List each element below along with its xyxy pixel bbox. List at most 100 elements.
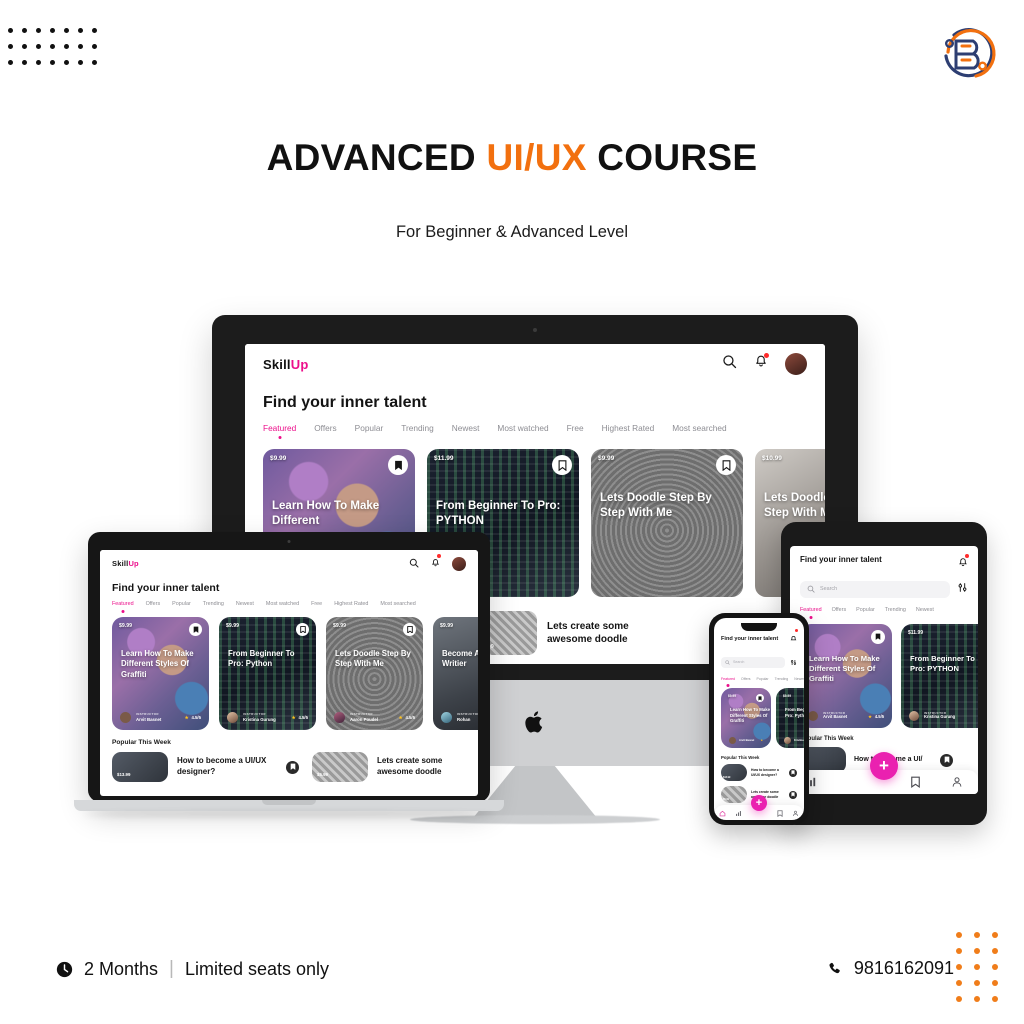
bookmark-icon[interactable]	[940, 753, 953, 767]
bookmark-icon[interactable]	[296, 623, 309, 636]
hero-text-block: ADVANCED UI/UX COURSE For Beginner & Adv…	[0, 137, 1024, 242]
popular-thumbnail: $5.99	[721, 786, 747, 803]
device-macbook: SkillUp Find your inner talent Featured	[74, 532, 504, 832]
instructor-name: Aaron Poudel	[350, 716, 378, 722]
bookmark-icon[interactable]	[756, 694, 764, 702]
chart-icon[interactable]	[735, 804, 742, 821]
search-icon[interactable]	[409, 555, 419, 573]
tab-trending[interactable]: Trending	[885, 607, 906, 613]
bookmark-icon[interactable]	[403, 623, 416, 636]
tab-most-searched[interactable]: Most searched	[672, 423, 726, 433]
instructor-avatar	[784, 737, 791, 744]
instructor-name: Kristina Gurung	[794, 738, 804, 742]
bookmark-icon[interactable]	[789, 790, 797, 799]
person-icon[interactable]	[792, 804, 799, 821]
tab-trending[interactable]: Trending	[775, 677, 789, 681]
popular-title: Lets create some awesome doodle	[547, 620, 629, 646]
bookmark-icon[interactable]	[716, 455, 736, 475]
instructor-label: INSTRUCTOR	[350, 713, 373, 717]
bookmark-icon[interactable]	[552, 455, 572, 475]
card-title: Learn How To Make Different Styles Of Gr…	[730, 707, 771, 724]
tab-newest[interactable]: Newest	[794, 677, 804, 681]
clock-icon	[56, 961, 73, 978]
filter-icon[interactable]	[957, 580, 968, 598]
tab-free[interactable]: Free	[567, 423, 584, 433]
notification-bell-icon[interactable]	[431, 553, 441, 573]
tab-featured[interactable]: Featured	[112, 601, 134, 607]
person-icon[interactable]	[951, 776, 963, 788]
device-ipad: Find your inner talent Search Featured O…	[781, 522, 987, 825]
popular-thumbnail[interactable]: $5.99	[312, 752, 368, 782]
instructor-label: INSTRUCTOR	[823, 711, 846, 715]
bookmark-icon[interactable]	[388, 455, 408, 475]
tab-newest[interactable]: Newest	[916, 607, 934, 613]
tab-popular[interactable]: Popular	[756, 677, 768, 681]
tab-offers[interactable]: Offers	[832, 607, 847, 613]
tab-trending[interactable]: Trending	[401, 423, 433, 433]
instructor-label: INSTRUCTOR	[457, 713, 478, 717]
bookmark-icon[interactable]	[871, 630, 885, 644]
bookmark-icon[interactable]	[777, 804, 783, 821]
course-card[interactable]: $9.99 Learn How To Make Different Styles…	[721, 688, 771, 748]
bookmark-icon[interactable]	[910, 776, 921, 788]
tab-most-watched[interactable]: Most watched	[266, 601, 299, 607]
tab-most-searched[interactable]: Most searched	[380, 601, 415, 607]
tab-trending[interactable]: Trending	[203, 601, 224, 607]
tab-highest-rated[interactable]: Highest Rated	[602, 423, 655, 433]
popular-thumbnail[interactable]: $13.99	[112, 752, 168, 782]
notification-bell-icon[interactable]	[790, 629, 798, 648]
imac-camera-icon	[533, 328, 537, 332]
avatar[interactable]	[785, 353, 807, 375]
course-card[interactable]: Learn How To Make Different Styles Of Gr…	[800, 624, 892, 728]
bookmark-icon[interactable]	[286, 760, 299, 774]
hero-heading: Find your inner talent	[112, 582, 220, 594]
list-item[interactable]: $13.99 How to become a UI/UX designer?	[721, 764, 797, 781]
add-fab-button[interactable]: +	[870, 752, 898, 780]
home-icon[interactable]	[719, 804, 726, 821]
tab-offers[interactable]: Offers	[741, 677, 750, 681]
instructor-name: Rohan	[457, 716, 471, 722]
bookmark-icon[interactable]	[189, 623, 202, 636]
card-price: $9.99	[440, 623, 453, 629]
course-card[interactable]: $9.99 Become A Great Writier INSTRUCTOR …	[433, 617, 478, 730]
tab-popular[interactable]: Popular	[172, 601, 191, 607]
laptop-featured-card-row: $9.99 Learn How To Make Different Styles…	[100, 607, 478, 730]
bookmark-icon[interactable]	[789, 768, 797, 777]
notification-badge	[965, 554, 969, 558]
course-card[interactable]: $9.99 Lets Doodle Step By Step With Me I…	[591, 449, 743, 597]
course-card[interactable]: $9.99 Learn How To Make Different Styles…	[112, 617, 209, 730]
tab-offers[interactable]: Offers	[314, 423, 336, 433]
instructor-label: INSTRUCTOR	[136, 713, 159, 717]
course-card[interactable]: $9.99 Lets Doodle Step By Step With Me I…	[326, 617, 423, 730]
search-input[interactable]: Search	[800, 580, 950, 598]
course-card[interactable]: $9.99 From Beginner To Pro: Python INSTR…	[219, 617, 316, 730]
app-logo-first: Skill	[263, 356, 291, 372]
course-card[interactable]: $9.99 From Beginner To Pro: Python Krist…	[776, 688, 804, 748]
popular-price: $13.99	[117, 772, 131, 777]
notification-bell-icon[interactable]	[754, 353, 769, 374]
avatar[interactable]	[452, 556, 466, 571]
tab-most-watched[interactable]: Most watched	[497, 423, 548, 433]
tab-offers[interactable]: Offers	[146, 601, 161, 607]
filter-icon[interactable]	[790, 653, 797, 671]
search-icon[interactable]	[722, 354, 737, 374]
course-card[interactable]: $11.99 From Beginner To Pro: PYTHON INST…	[901, 624, 978, 728]
contact-phone: 9816162091	[853, 958, 954, 978]
brand-logo-icon	[932, 22, 1002, 84]
tab-newest[interactable]: Newest	[236, 601, 254, 607]
tab-popular[interactable]: Popular	[355, 423, 384, 433]
popular-title: Lets create some awesome doodle	[377, 756, 443, 776]
tab-highest-rated[interactable]: Highest Rated	[334, 601, 368, 607]
tab-featured[interactable]: Featured	[721, 677, 735, 681]
tab-featured[interactable]: Featured	[263, 423, 296, 433]
notification-bell-icon[interactable]	[958, 554, 969, 573]
card-title: Lets Doodle Step By Step With Me	[600, 492, 712, 520]
tab-newest[interactable]: Newest	[452, 423, 480, 433]
desktop-appbar: SkillUp	[245, 344, 825, 384]
page-title-suffix: COURSE	[586, 137, 758, 178]
tab-popular[interactable]: Popular	[856, 607, 875, 613]
search-input[interactable]: Search	[721, 656, 785, 668]
add-fab-button[interactable]: +	[751, 795, 767, 811]
tab-free[interactable]: Free	[311, 601, 322, 607]
popular-title: How to become a UI/UX designer?	[751, 767, 779, 777]
